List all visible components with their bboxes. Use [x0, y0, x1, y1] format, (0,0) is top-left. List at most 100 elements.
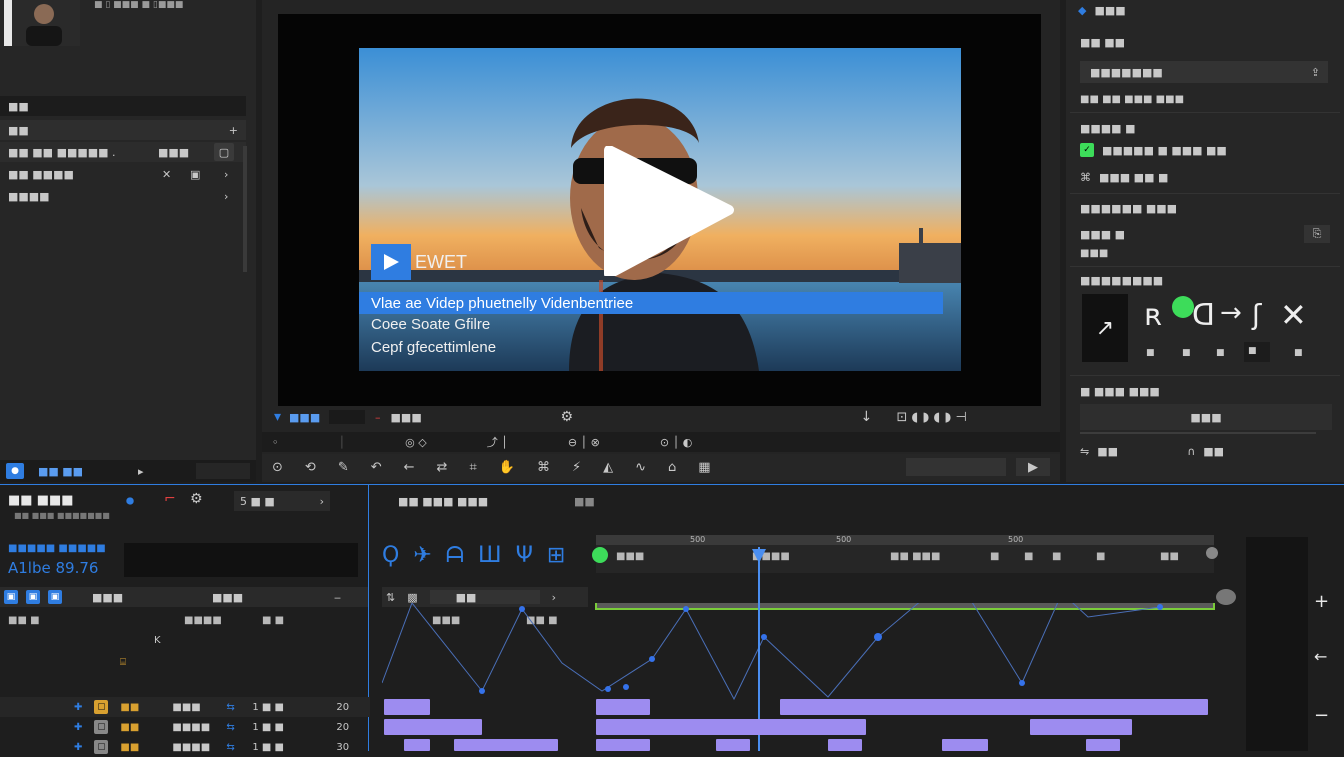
scrub-dot-icon[interactable]: ◦ [272, 436, 279, 449]
shape-icon[interactable]: ◭ [603, 460, 613, 475]
clip[interactable] [404, 739, 430, 751]
track-toggle-icon[interactable]: ▣ [26, 590, 40, 604]
track-toggle-icon[interactable]: ▣ [48, 590, 62, 604]
clip[interactable] [1030, 719, 1132, 735]
time-ruler[interactable]: 500 500 500 ■■■ ■■■■ ■■ ■■■ ■ ■ ■ ■ ■■ [592, 535, 1218, 573]
effect-green-badge[interactable] [1172, 296, 1194, 318]
clip[interactable] [828, 739, 862, 751]
track-row[interactable]: ✚ ▢ ■■ ■■■■ ⇆ 1 ■ ■ 30 [0, 737, 370, 757]
timeline-end-icon[interactable] [1216, 589, 1236, 605]
gear-icon[interactable]: ⚙ [190, 491, 203, 507]
scrub-icon[interactable]: ⤴ │ [487, 434, 508, 450]
effect-glyph[interactable]: ʃ [1252, 298, 1261, 331]
play-circle-icon[interactable]: ⊙ [272, 460, 283, 475]
clip[interactable] [596, 739, 650, 751]
minimize-icon[interactable]: ‒ [334, 591, 341, 604]
mini-field[interactable] [196, 463, 250, 479]
effect-glyph[interactable]: → [1220, 298, 1242, 328]
keyframe-icon[interactable]: ⇅ [386, 591, 395, 604]
lift-icon[interactable]: ⌂ [668, 460, 676, 475]
list-item[interactable]: ■■ ■■■■ ✕ ▣ › [0, 164, 246, 184]
list-item[interactable]: ■■■ ■ ⎘ [1080, 224, 1330, 244]
slide-tool-icon[interactable]: Ψ [516, 543, 533, 568]
keyframe-icon[interactable]: K [154, 635, 161, 646]
clip[interactable] [384, 719, 482, 735]
clip[interactable] [596, 719, 866, 735]
slider-track[interactable] [1080, 432, 1316, 434]
clip[interactable] [1086, 739, 1120, 751]
effect-glyph[interactable]: ʀ [1144, 298, 1162, 333]
mark-icon[interactable]: ⌐ [164, 491, 176, 507]
track-tag-icon[interactable]: ▢ [94, 740, 109, 754]
zoom-in-icon[interactable]: + [1314, 591, 1329, 612]
value-field[interactable]: ■■■ [1080, 404, 1332, 430]
zoom-out-icon[interactable]: − [1314, 705, 1329, 726]
clip[interactable] [384, 699, 430, 715]
chevron-right-icon[interactable]: › [552, 591, 556, 604]
scrub-icon[interactable]: ⊖ │ ⊗ [568, 436, 600, 449]
list-item[interactable]: ✓ ■■■■■ ■ ■■■ ■■ [1080, 140, 1227, 160]
grid-icon[interactable]: ▦ [698, 460, 710, 475]
settings-icon[interactable]: ⚙ [561, 409, 861, 425]
transform-icon[interactable]: ⇄ [437, 460, 448, 475]
magnet-icon[interactable]: ∩ [1187, 445, 1195, 458]
clip[interactable] [780, 699, 1208, 715]
path-icon[interactable]: ∿ [635, 460, 646, 475]
field[interactable] [329, 410, 366, 424]
hand-icon[interactable]: ✋ [499, 460, 515, 475]
play-icon[interactable] [595, 145, 735, 279]
clip[interactable] [716, 739, 750, 751]
chevron-right-icon[interactable]: › [320, 495, 324, 508]
effect-tile[interactable]: ↗ [1082, 294, 1128, 362]
app-icon[interactable]: ● [6, 463, 24, 479]
rewind-icon[interactable]: ← [404, 460, 415, 475]
track-tag-icon[interactable]: ▢ [94, 720, 109, 734]
undo-icon[interactable]: ↶ [371, 460, 382, 475]
add-icon[interactable]: ✚ [74, 722, 82, 733]
scrub-icon[interactable]: ◎ ◇ [405, 436, 427, 449]
counter-field[interactable]: 5 ■ ■ › [234, 491, 330, 511]
select-tool-icon[interactable]: Ϙ [382, 543, 399, 568]
out-point-icon[interactable] [1206, 547, 1218, 559]
zoom-field[interactable] [906, 458, 1006, 476]
scrub-icon[interactable]: ⊙ │ ◐ [660, 436, 692, 449]
close-icon[interactable]: ✕ [162, 168, 190, 181]
warp-icon[interactable]: ⌘ [537, 460, 550, 475]
scrollbar[interactable] [243, 146, 247, 272]
viewer-tools[interactable]: ⊡ ◖ ◗ ◖ ◗ ⊣ [897, 410, 967, 425]
add-icon[interactable]: ✚ [74, 742, 82, 753]
marker-icon[interactable]: ▾ [274, 409, 281, 425]
trim-tool-icon[interactable]: ✈ [413, 543, 431, 568]
list-item[interactable]: ■■■■ › [0, 186, 246, 206]
check-icon[interactable]: ✓ [1080, 143, 1094, 157]
export-icon[interactable]: ⎘ [1304, 225, 1330, 243]
blade-icon[interactable]: ⚡ [572, 460, 581, 475]
track-row[interactable]: ✚ ▢ ■■ ■■■■ ⇆ 1 ■ ■ 20 [0, 717, 370, 737]
video-frame[interactable]: EWET Vlae ae Videp phuetnelly Videnbentr… [359, 48, 961, 371]
record-icon[interactable]: ⏺ [126, 491, 134, 511]
chevron-right-icon[interactable]: › [224, 168, 228, 181]
mid-field[interactable]: ■■ [429, 590, 540, 604]
list-item[interactable]: ■■ ■■ ■■■■■ . ■■■ ▢ [0, 142, 246, 162]
plus-icon[interactable]: + [229, 124, 238, 137]
blade-tool-icon[interactable]: ᗩ [446, 543, 464, 568]
keyframe-icon[interactable]: ▩ [407, 591, 417, 604]
track-link-icon[interactable]: ⇆ [226, 742, 252, 753]
effect-glyph[interactable]: ᗡ [1192, 298, 1215, 333]
track-link-icon[interactable]: ⇆ [226, 702, 252, 713]
clip[interactable] [596, 699, 650, 715]
upload-icon[interactable]: ⇪ [1311, 66, 1320, 79]
vertical-scrollbar[interactable] [1246, 537, 1308, 751]
list-item[interactable]: ⌘ ■■■ ■■ ■ [1080, 167, 1168, 187]
close-icon[interactable]: – [375, 411, 381, 424]
down-arrow-icon[interactable]: ↓ [861, 409, 897, 425]
loop-icon[interactable]: ⟲ [305, 460, 316, 475]
track-toggle-icon[interactable]: ▣ [4, 590, 18, 604]
track-tag-icon[interactable]: ▢ [94, 700, 109, 714]
clip[interactable] [454, 739, 558, 751]
frame-icon[interactable]: ▣ [190, 168, 224, 181]
lock-icon[interactable]: ⌸ [120, 657, 126, 668]
back-icon[interactable]: ← [1314, 647, 1327, 666]
scrub-bar[interactable]: ◦ │ ◎ ◇ ⤴ │ ⊖ │ ⊗ ⊙ │ ◐ [262, 432, 1060, 452]
slip-tool-icon[interactable]: Ш [478, 543, 502, 568]
